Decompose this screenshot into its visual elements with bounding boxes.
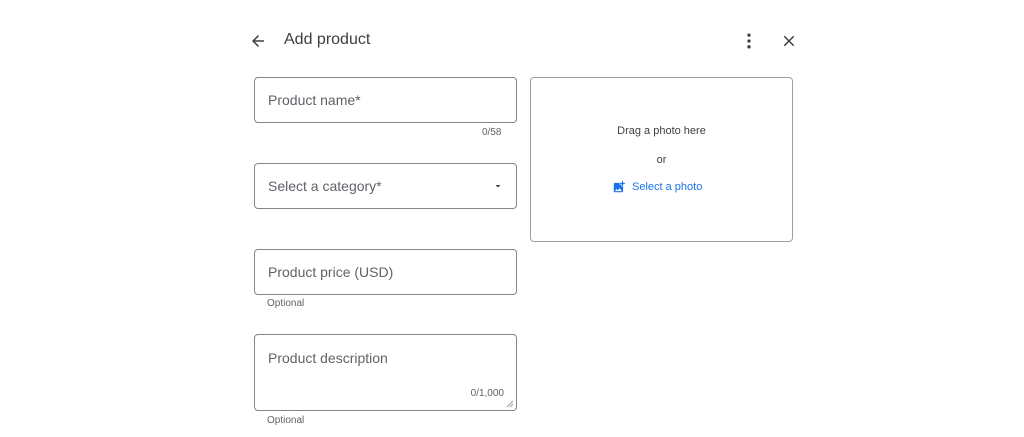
add-photo-icon [613, 181, 625, 193]
more-options-button[interactable] [737, 29, 761, 53]
product-name-placeholder: Product name* [268, 92, 361, 108]
back-button[interactable] [246, 29, 270, 53]
arrow-drop-down-icon [495, 185, 501, 188]
product-price-helper: Optional [267, 298, 305, 309]
product-name-field[interactable]: Product name* [254, 77, 517, 123]
arrow-back-icon [252, 35, 264, 47]
product-description-placeholder: Product description [268, 350, 388, 366]
category-placeholder: Select a category* [268, 178, 382, 194]
product-description-field[interactable]: Product description 0/1,000 [254, 334, 517, 411]
more-vert-icon [747, 33, 751, 49]
product-price-placeholder: Product price (USD) [268, 264, 394, 280]
product-price-field[interactable]: Product price (USD) [254, 249, 517, 295]
resize-handle-icon[interactable] [506, 400, 514, 408]
select-photo-button[interactable]: Select a photo [612, 180, 702, 194]
or-text: or [656, 154, 667, 166]
close-icon [783, 35, 795, 47]
drag-photo-text: Drag a photo here [617, 125, 706, 137]
close-button[interactable] [777, 29, 801, 53]
page-title: Add product [284, 31, 371, 48]
product-name-counter: 0/58 [482, 127, 502, 138]
category-select[interactable]: Select a category* [254, 163, 517, 209]
photo-drop-area[interactable]: Drag a photo here or Select a photo [530, 77, 793, 242]
product-description-counter: 0/1,000 [470, 388, 504, 399]
product-description-helper: Optional [267, 415, 305, 426]
select-photo-label: Select a photo [632, 181, 703, 193]
